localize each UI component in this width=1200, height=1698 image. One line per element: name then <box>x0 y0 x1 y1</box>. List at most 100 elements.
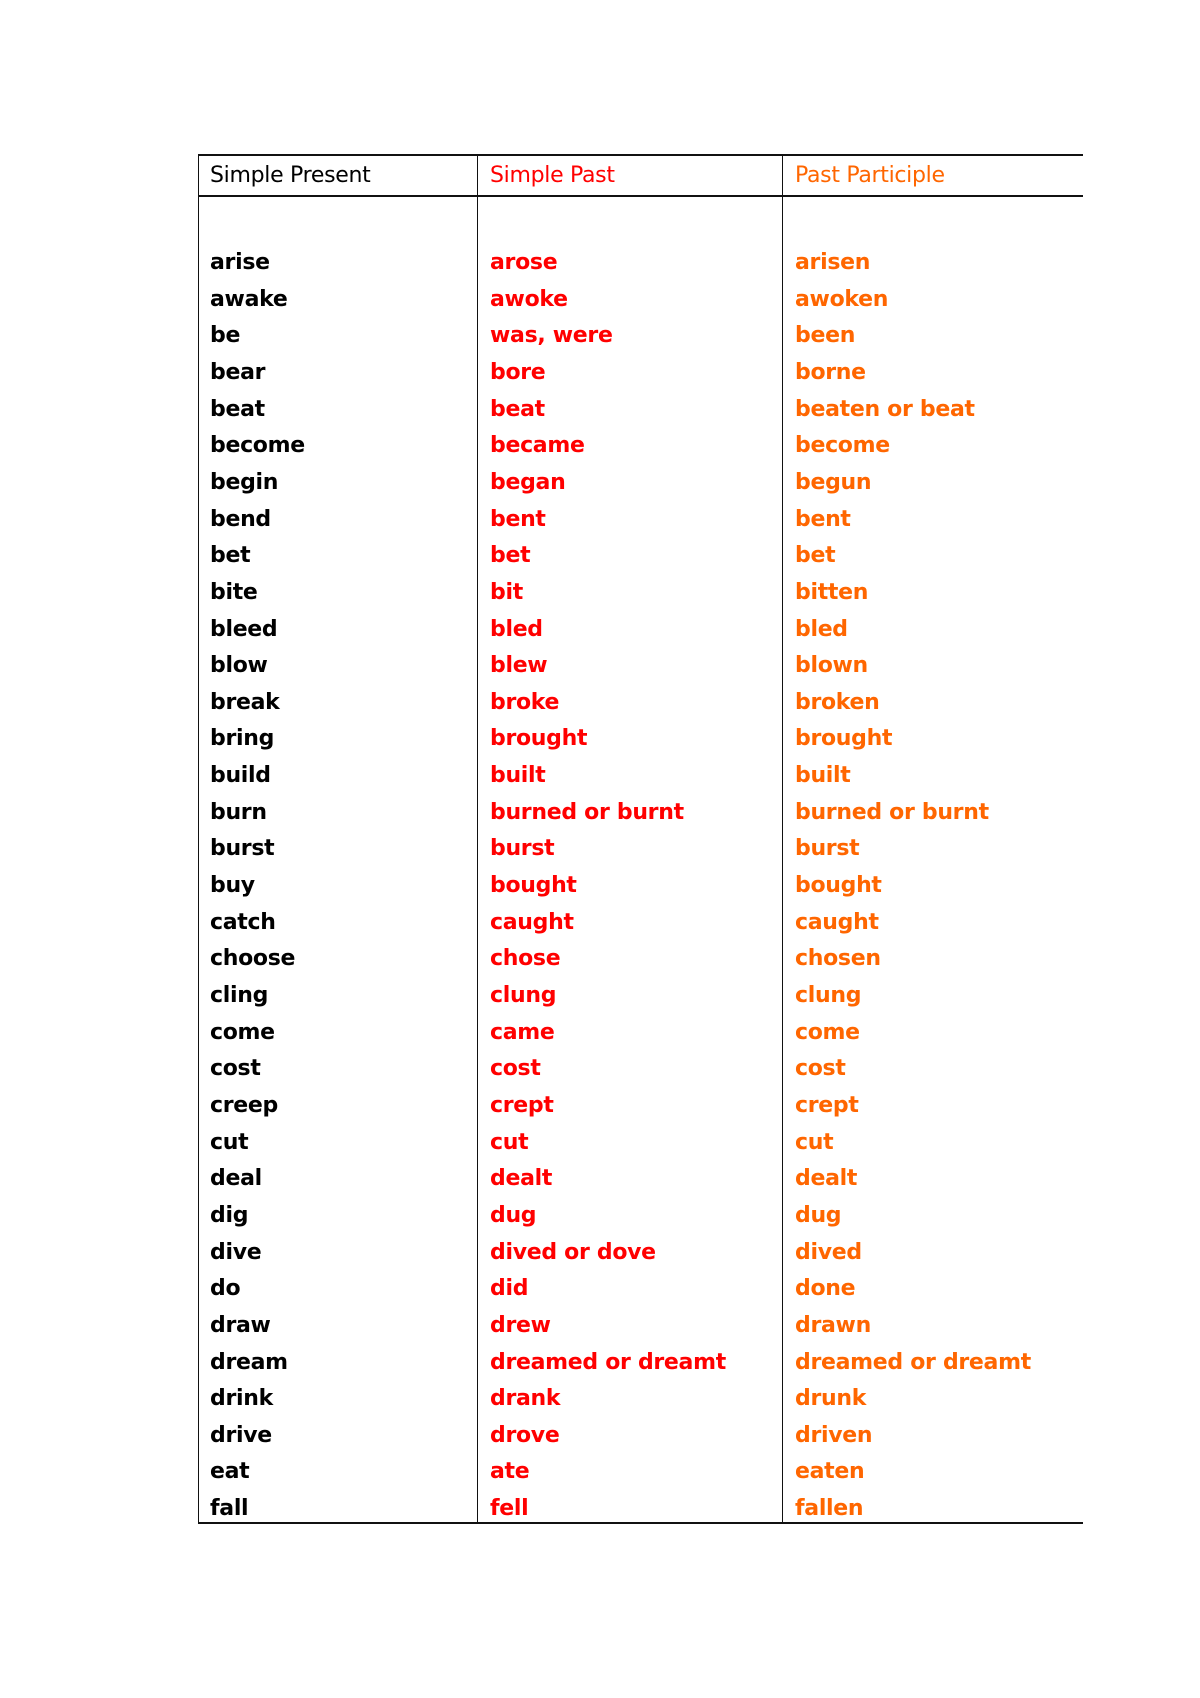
cell-simple-present: begin <box>210 469 279 495</box>
cell-simple-past: was, were <box>490 323 613 349</box>
table-row: beat beat beaten or beat <box>199 392 1083 429</box>
cell-simple-present: come <box>210 1019 275 1045</box>
cell-past-participle: dived <box>795 1239 862 1265</box>
cell-past-participle: bitten <box>795 579 869 605</box>
cell-simple-past: came <box>490 1019 555 1045</box>
cell-simple-past: drew <box>490 1312 551 1338</box>
cell-simple-past: dug <box>490 1202 537 1228</box>
cell-simple-past: burst <box>490 836 555 862</box>
cell-simple-present: dive <box>210 1239 262 1265</box>
cell-simple-present: cost <box>210 1056 261 1082</box>
cell-simple-past: beat <box>490 396 545 422</box>
table-row: choose chose chosen <box>199 941 1083 978</box>
cell-past-participle: beaten or beat <box>795 396 975 422</box>
cell-simple-present: bend <box>210 506 271 532</box>
table-header-row: Simple Present Simple Past Past Particip… <box>199 156 1083 197</box>
cell-simple-present: bring <box>210 726 275 752</box>
cell-simple-present: awake <box>210 286 288 312</box>
document-page: Simple Present Simple Past Past Particip… <box>0 0 1200 1698</box>
header-past-participle: Past Participle <box>795 163 945 188</box>
cell-past-participle: come <box>795 1019 860 1045</box>
table-row: dream dreamed or dreamt dreamed or dreamt <box>199 1345 1083 1382</box>
cell-past-participle: built <box>795 763 851 789</box>
cell-simple-past: bit <box>490 579 523 605</box>
cell-past-participle: broken <box>795 689 880 715</box>
cell-past-participle: bent <box>795 506 851 532</box>
table-row: dig dug dug <box>199 1198 1083 1235</box>
table-row: drive drove driven <box>199 1418 1083 1455</box>
table-row: drink drank drunk <box>199 1381 1083 1418</box>
table-row: bite bit bitten <box>199 575 1083 612</box>
table-row: break broke broken <box>199 685 1083 722</box>
table-row: burn burned or burnt burned or burnt <box>199 795 1083 832</box>
cell-simple-present: drive <box>210 1422 272 1448</box>
cell-simple-past: caught <box>490 909 574 935</box>
cell-past-participle: clung <box>795 983 862 1008</box>
cell-simple-past: bent <box>490 506 546 532</box>
cell-simple-present: choose <box>210 946 296 972</box>
cell-simple-past: crept <box>490 1092 554 1118</box>
cell-past-participle: bled <box>795 616 848 642</box>
cell-simple-past: fell <box>490 1496 529 1522</box>
cell-simple-present: deal <box>210 1166 262 1192</box>
table-row: bend bent bent <box>199 502 1083 539</box>
table-row: cling clung clung <box>199 978 1083 1015</box>
cell-simple-present: become <box>210 433 305 459</box>
cell-past-participle: blown <box>795 653 868 679</box>
cell-simple-present: dream <box>210 1349 288 1375</box>
cell-simple-present: cut <box>210 1129 249 1155</box>
cell-simple-present: cling <box>210 983 269 1008</box>
cell-simple-present: draw <box>210 1312 271 1338</box>
table-row: buy bought bought <box>199 868 1083 905</box>
table-row: bleed bled bled <box>199 612 1083 649</box>
cell-simple-past: did <box>490 1276 529 1302</box>
cell-simple-past: clung <box>490 983 557 1008</box>
table-row: bear bore borne <box>199 355 1083 392</box>
cell-simple-past: cut <box>490 1129 529 1155</box>
cell-past-participle: cut <box>795 1129 834 1155</box>
cell-simple-past: dealt <box>490 1166 553 1192</box>
cell-past-participle: dug <box>795 1202 842 1228</box>
table-row: eat ate eaten <box>199 1454 1083 1491</box>
table-row: burst burst burst <box>199 831 1083 868</box>
cell-simple-past: chose <box>490 946 561 972</box>
table-row: catch caught caught <box>199 905 1083 942</box>
cell-past-participle: burned or burnt <box>795 799 989 825</box>
cell-past-participle: bought <box>795 873 882 899</box>
cell-simple-past: bled <box>490 616 543 642</box>
cell-simple-past: cost <box>490 1056 541 1082</box>
cell-simple-present: bite <box>210 579 258 605</box>
cell-simple-past: became <box>490 433 585 459</box>
cell-simple-present: dig <box>210 1202 249 1228</box>
table-body: arise arose arisen awake awoke awoken be was, w… <box>199 197 1083 1522</box>
table-row: become became become <box>199 428 1083 465</box>
cell-past-participle: burst <box>795 836 860 862</box>
cell-simple-past: drove <box>490 1422 560 1448</box>
cell-simple-present: bet <box>210 543 251 569</box>
cell-simple-present: burst <box>210 836 275 862</box>
cell-simple-present: build <box>210 763 271 789</box>
cell-past-participle: driven <box>795 1422 873 1448</box>
table-row: bet bet bet <box>199 538 1083 575</box>
cell-simple-present: blow <box>210 653 268 679</box>
cell-simple-past: dreamed or dreamt <box>490 1349 726 1375</box>
cell-simple-present: bear <box>210 359 266 385</box>
cell-simple-past: ate <box>490 1459 530 1485</box>
cell-simple-past: began <box>490 469 566 495</box>
cell-past-participle: brought <box>795 726 893 752</box>
cell-past-participle: crept <box>795 1092 859 1118</box>
cell-past-participle: borne <box>795 359 866 385</box>
cell-simple-present: catch <box>210 909 276 935</box>
table-row: arise arose arisen <box>199 245 1083 282</box>
table-row: creep crept crept <box>199 1088 1083 1125</box>
table-row: do did done <box>199 1271 1083 1308</box>
cell-past-participle: been <box>795 323 856 349</box>
cell-simple-present: break <box>210 689 280 715</box>
cell-simple-past: burned or burnt <box>490 799 684 825</box>
cell-simple-past: bought <box>490 873 577 899</box>
cell-past-participle: drawn <box>795 1312 871 1338</box>
cell-simple-past: bore <box>490 359 546 385</box>
cell-simple-present: buy <box>210 873 255 899</box>
cell-past-participle: awoken <box>795 286 889 312</box>
cell-simple-past: bet <box>490 543 531 569</box>
